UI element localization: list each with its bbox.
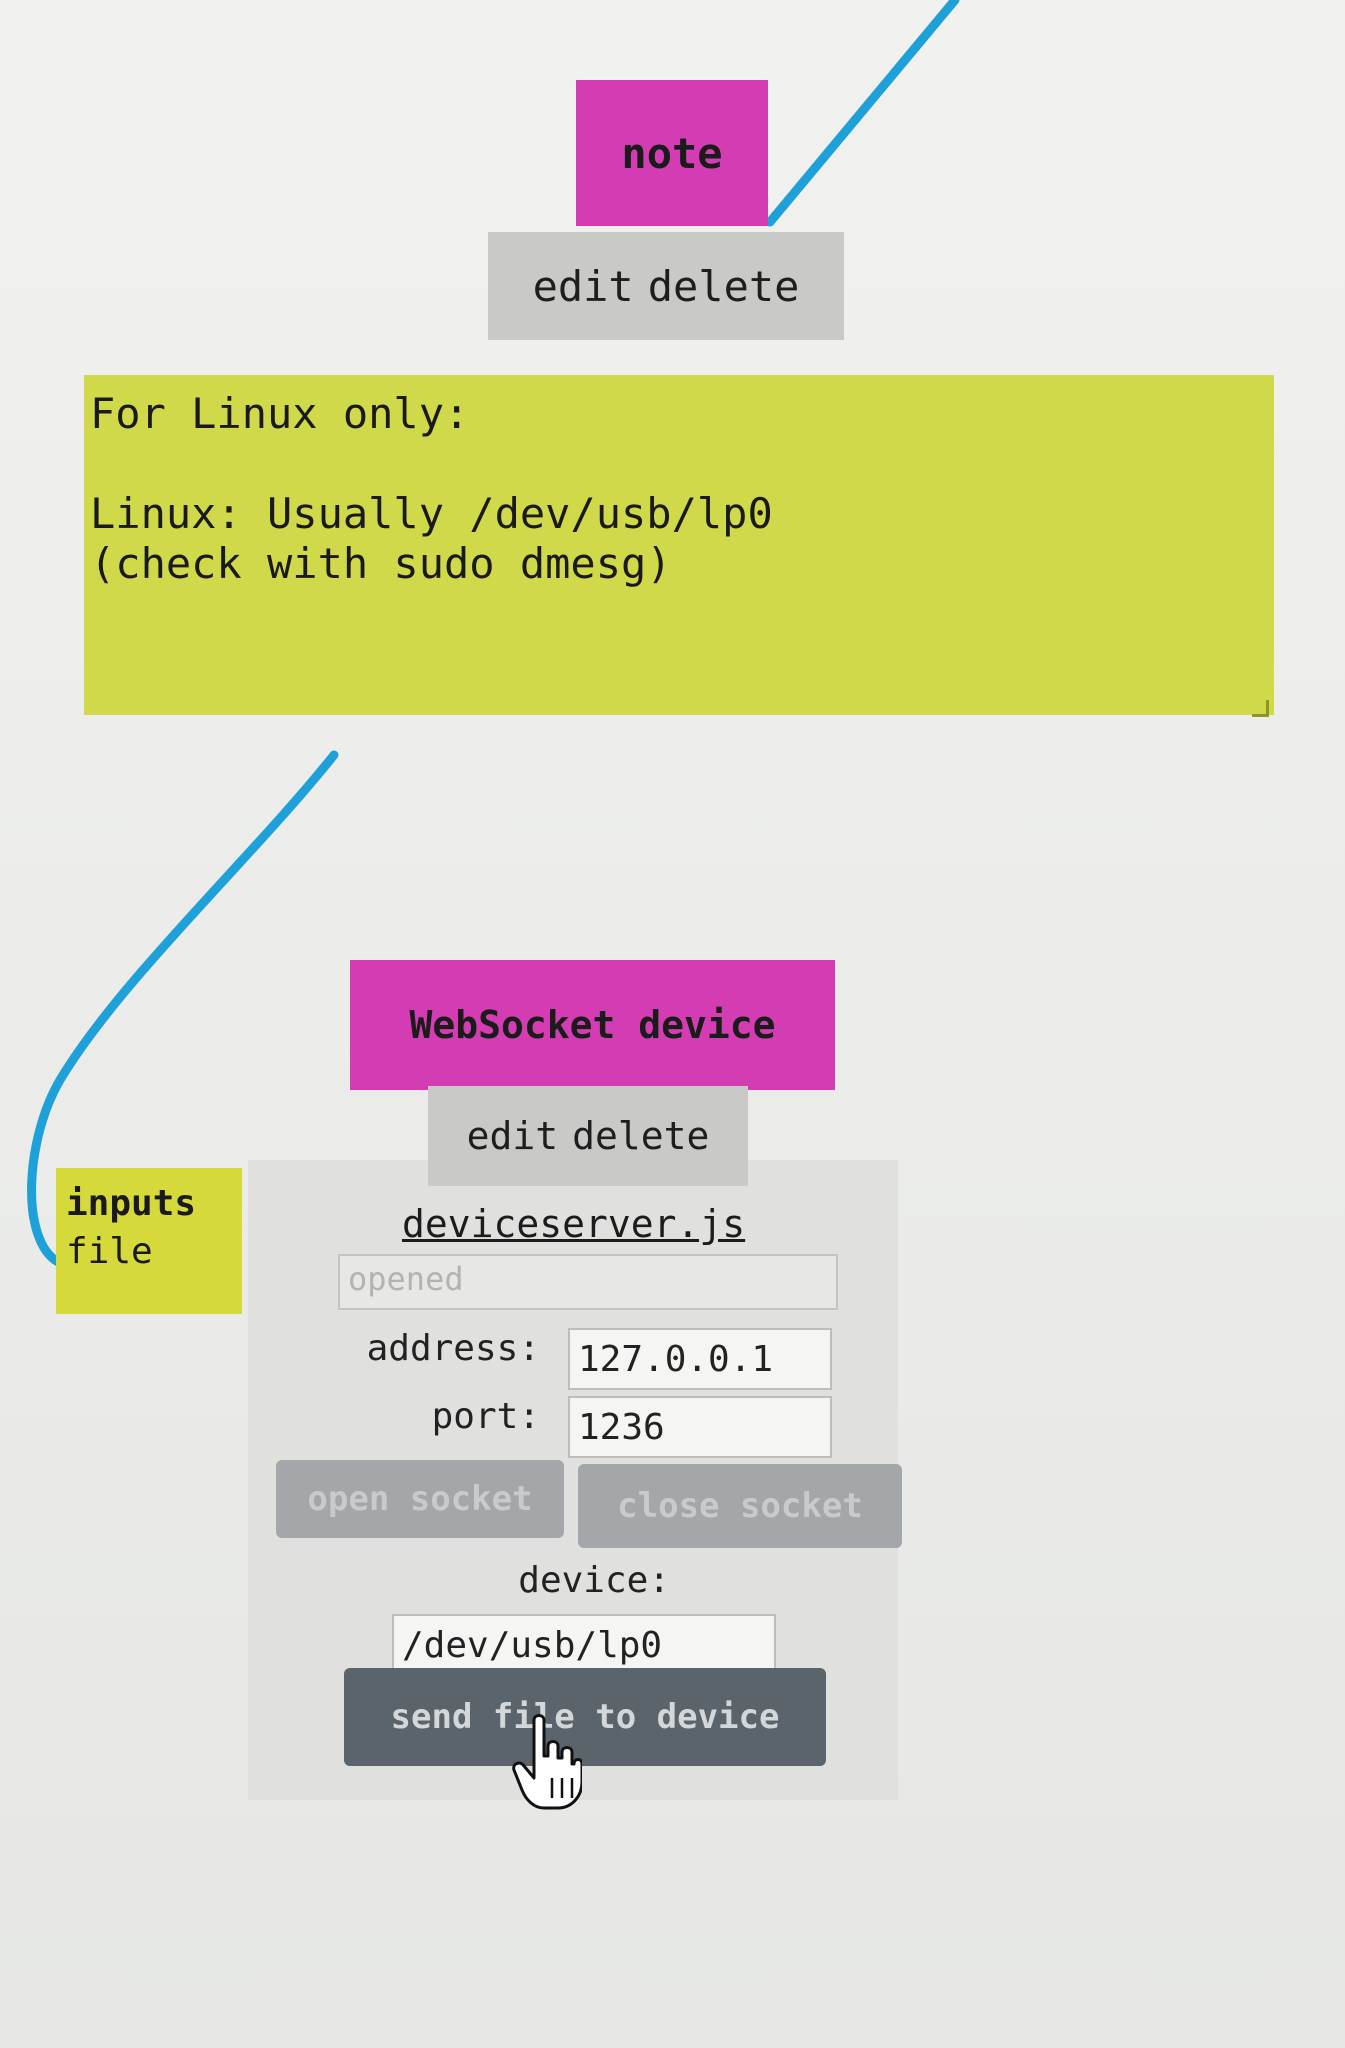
send-file-label: send file to device bbox=[390, 1697, 780, 1737]
note-node-menu: edit delete bbox=[488, 232, 844, 340]
note-body[interactable]: For Linux only: Linux: Usually /dev/usb/… bbox=[84, 375, 1274, 715]
graph-canvas[interactable]: note edit delete For Linux only: Linux: … bbox=[0, 0, 1345, 2048]
close-socket-label: close socket bbox=[617, 1486, 863, 1526]
socket-status-text: opened bbox=[348, 1260, 464, 1298]
address-input[interactable] bbox=[568, 1328, 832, 1390]
ws-edit-button[interactable]: edit bbox=[467, 1114, 559, 1158]
note-delete-button[interactable]: delete bbox=[648, 262, 800, 311]
socket-status-field: opened bbox=[338, 1254, 838, 1310]
input-port-label[interactable]: inputs file bbox=[56, 1168, 242, 1314]
device-label: device: bbox=[518, 1560, 670, 1601]
note-node-title-text: note bbox=[621, 128, 723, 178]
port-label-file: file bbox=[66, 1231, 153, 1272]
ws-node-title-text: WebSocket device bbox=[409, 1003, 776, 1047]
open-socket-label: open socket bbox=[307, 1479, 533, 1519]
ws-node-title[interactable]: WebSocket device bbox=[350, 960, 835, 1090]
port-input[interactable] bbox=[568, 1396, 832, 1458]
note-node-title[interactable]: note bbox=[576, 80, 768, 226]
port-label-inputs: inputs bbox=[66, 1183, 197, 1224]
open-socket-button[interactable]: open socket bbox=[276, 1460, 564, 1538]
resize-handle-icon[interactable] bbox=[1252, 700, 1269, 717]
close-socket-button[interactable]: close socket bbox=[578, 1464, 902, 1548]
address-label: address: bbox=[366, 1328, 540, 1369]
deviceserver-link[interactable]: deviceserver.js bbox=[402, 1202, 745, 1246]
port-label: port: bbox=[431, 1396, 540, 1437]
device-input[interactable] bbox=[392, 1614, 776, 1676]
wire-note-out bbox=[765, 0, 960, 227]
ws-delete-button[interactable]: delete bbox=[572, 1114, 709, 1158]
send-file-button[interactable]: send file to device bbox=[344, 1668, 826, 1766]
hand-pointer-icon bbox=[512, 1714, 582, 1810]
note-edit-button[interactable]: edit bbox=[533, 262, 634, 311]
ws-node-menu: edit delete bbox=[428, 1086, 748, 1186]
